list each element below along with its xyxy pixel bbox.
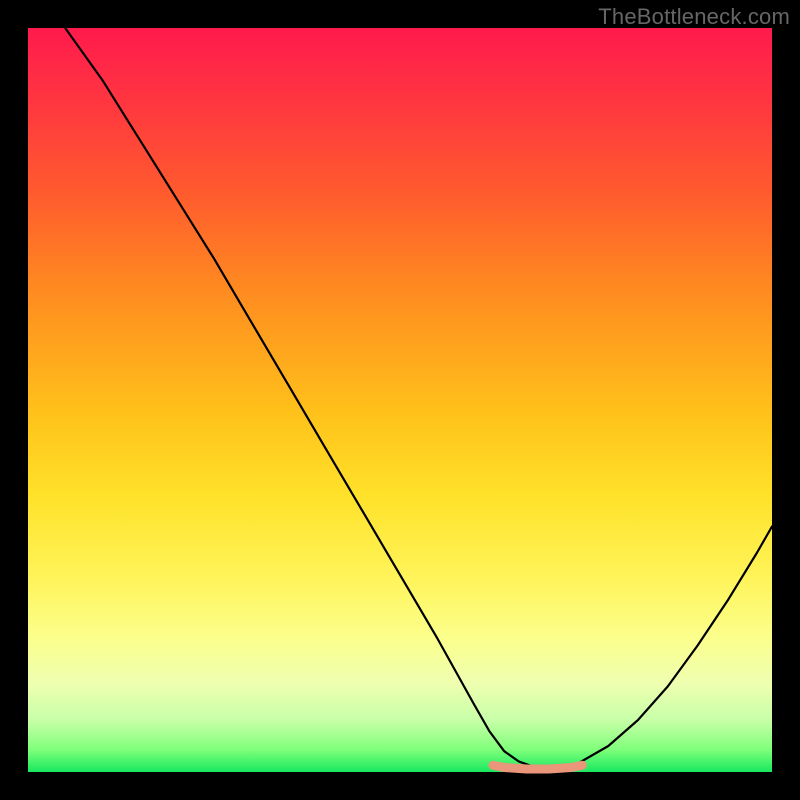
bottleneck-curve [65, 28, 772, 768]
optimal-flat-segment [493, 765, 582, 769]
curve-layer [28, 28, 772, 772]
chart-frame: TheBottleneck.com [0, 0, 800, 800]
plot-area [28, 28, 772, 772]
watermark-text: TheBottleneck.com [598, 4, 790, 30]
